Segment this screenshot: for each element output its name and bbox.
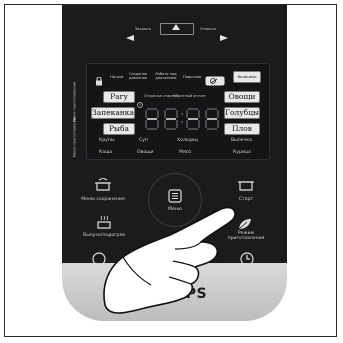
menu-dial[interactable]: Меню <box>148 173 202 227</box>
indicator-pressure-build: Создание давления <box>129 72 148 80</box>
brand-logo: PHILIPS <box>141 286 208 302</box>
lid-open-arrow-icon <box>220 26 228 45</box>
release-warm-label: Выпуск/подогрев <box>82 233 125 238</box>
menu-kasha: Каша <box>99 150 113 155</box>
steam-pot-icon <box>96 215 112 234</box>
menu-book-icon <box>168 188 182 207</box>
indicator-warm: Подогрев <box>183 75 202 79</box>
child-lock-icon <box>205 71 225 90</box>
start-pot-icon <box>238 177 254 196</box>
program-golubtsy: Голубцы <box>224 107 260 119</box>
menu-kuritsa: Курица <box>233 150 251 155</box>
program-ryba: Рыба <box>103 123 135 135</box>
menu-krupy: Крупы <box>99 138 115 143</box>
menu-sup: Суп <box>139 138 148 143</box>
pressure-lock-icon <box>95 71 103 90</box>
delay-start-indicator: Отсрочка старта <box>144 94 176 98</box>
control-panel: Закрыть Открыть Нагрев Создание давления… <box>62 5 287 336</box>
program-ovoshchi: Овощи <box>224 91 260 103</box>
indicator-heating: Нагрев <box>110 75 124 79</box>
program-plov: Плов <box>224 123 260 135</box>
indicator-under-pressure: Работа под давлением <box>155 72 177 80</box>
cooking-mode-button[interactable]: Режим приготовления <box>220 215 272 247</box>
lcd-display: Нагрев Создание давления Работа под давл… <box>86 63 270 160</box>
cooking-mode-label: Режим приготовления <box>227 231 265 241</box>
lid-close-label: Закрыть <box>135 27 152 31</box>
start-label: Старт <box>238 197 254 202</box>
device-photo-frame: Закрыть Открыть Нагрев Создание давления… <box>4 4 337 337</box>
lock-enabled-label: Включено <box>233 71 261 83</box>
menu-myaso: Мясо <box>179 150 192 155</box>
side-label-bottom: Меню приготовления <box>72 116 77 158</box>
menu-kholodets: Холодец <box>177 138 198 143</box>
menu-vypechka: Выпечка <box>231 138 252 143</box>
keep-warm-label: Меню сохранения <box>81 197 125 202</box>
lid-open-label: Открыть <box>200 27 217 31</box>
clock-icon <box>137 93 143 112</box>
release-warm-button[interactable]: Выпуск/подогрев <box>76 215 132 245</box>
keep-warm-button[interactable]: Меню сохранения <box>80 173 126 209</box>
menu-ovoshchi: Овощи <box>137 150 154 155</box>
lid-slot <box>160 23 194 35</box>
menu-label: Меню <box>168 207 182 212</box>
countdown-indicator: Обратный отсчет <box>173 94 206 98</box>
program-zapekanka: Запеканка <box>91 107 135 119</box>
lid-close-arrow-icon <box>126 26 134 45</box>
start-button[interactable]: Старт <box>226 173 266 207</box>
pot-icon <box>95 177 111 196</box>
program-ragu: Рагу <box>103 91 135 103</box>
